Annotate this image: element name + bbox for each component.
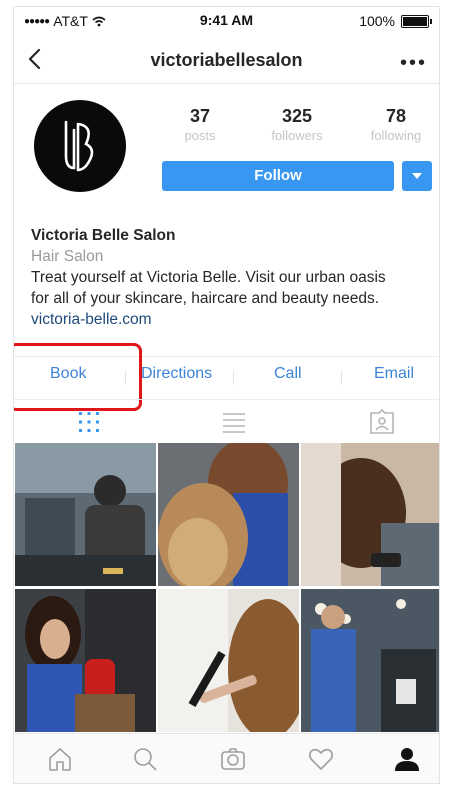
heart-icon[interactable] xyxy=(308,746,334,772)
follow-button[interactable]: Follow xyxy=(162,161,394,191)
business-category: Hair Salon xyxy=(31,248,104,265)
grid-photo[interactable] xyxy=(158,443,299,586)
avatar[interactable] xyxy=(34,100,126,192)
followers-count: 325 xyxy=(281,106,313,126)
business-name: Victoria Belle Salon xyxy=(31,227,176,244)
stat-following[interactable]: 78 following xyxy=(356,106,436,143)
email-button[interactable]: Email xyxy=(374,365,414,383)
home-icon[interactable] xyxy=(47,746,73,772)
divider xyxy=(233,371,234,385)
bio-section: Victoria Belle Salon Hair Salon Treat yo… xyxy=(31,225,431,330)
directions-button[interactable]: Directions xyxy=(141,365,212,383)
profile-icon[interactable] xyxy=(394,746,420,772)
profile-view-tabs xyxy=(14,399,439,442)
bottom-tab-bar xyxy=(14,733,439,783)
following-count: 78 xyxy=(385,106,407,126)
grid-photo[interactable] xyxy=(301,589,439,732)
stat-followers[interactable]: 325 followers xyxy=(257,106,337,143)
photo-grid xyxy=(14,443,439,733)
grid-photo[interactable] xyxy=(158,589,299,732)
battery-percent: 100% xyxy=(359,13,395,29)
posts-count: 37 xyxy=(189,106,211,126)
list-icon[interactable] xyxy=(221,409,247,435)
chevron-down-icon xyxy=(412,173,422,179)
more-options-icon[interactable]: ••• xyxy=(400,52,427,75)
bio-line-2: for all of your skincare, haircare and b… xyxy=(31,290,380,307)
battery-group: 100% xyxy=(359,13,432,29)
camera-icon[interactable] xyxy=(220,746,246,772)
profile-header: 37 posts 325 followers 78 following Foll… xyxy=(14,85,439,215)
stat-posts[interactable]: 37 posts xyxy=(160,106,240,143)
grid-photo[interactable] xyxy=(15,589,156,732)
followers-label: followers xyxy=(271,128,323,143)
battery-icon xyxy=(401,14,432,28)
grid-photo[interactable] xyxy=(301,443,439,586)
call-button[interactable]: Call xyxy=(274,365,302,383)
status-bar: ●●●●● AT&T 9:41 AM 100% xyxy=(14,7,439,33)
follow-dropdown-button[interactable] xyxy=(402,161,432,191)
grid-photo[interactable] xyxy=(15,443,156,586)
grid-icon[interactable] xyxy=(76,409,102,435)
phone-screen: ●●●●● AT&T 9:41 AM 100% victoriabellesal… xyxy=(13,6,440,784)
top-nav: victoriabellesalon ••• xyxy=(14,35,439,84)
posts-label: posts xyxy=(184,128,216,143)
following-label: following xyxy=(370,128,422,143)
bio-line-1: Treat yourself at Victoria Belle. Visit … xyxy=(31,269,386,286)
search-icon[interactable] xyxy=(132,746,158,772)
brand-logo xyxy=(64,120,94,172)
profile-username: victoriabellesalon xyxy=(150,50,303,70)
website-link[interactable]: victoria-belle.com xyxy=(31,309,431,330)
tagged-icon[interactable] xyxy=(369,409,395,435)
divider xyxy=(341,371,342,385)
